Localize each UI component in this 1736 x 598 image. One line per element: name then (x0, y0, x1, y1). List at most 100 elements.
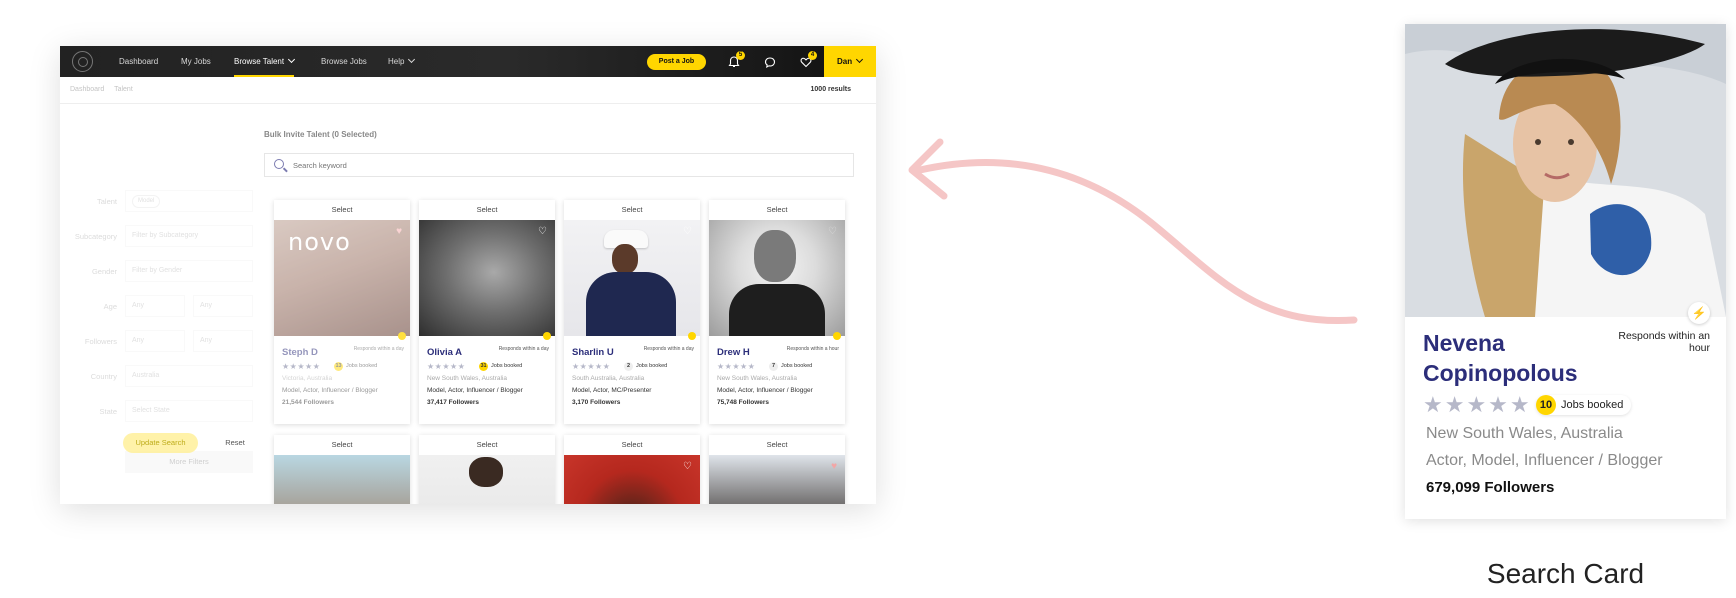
photo-logo-text: novo (288, 228, 351, 256)
favourite-heart-icon[interactable]: ♡ (683, 226, 692, 237)
results-count: 1000 results (810, 86, 851, 93)
talent-followers: 21,544 Followers (282, 399, 335, 406)
subcategory-select[interactable]: Filter by Subcategory (125, 225, 253, 247)
jobs-booked-label: Jobs booked (1561, 399, 1624, 411)
select-button[interactable]: Select (419, 435, 555, 455)
talent-location: New South Wales, Australia (1426, 425, 1623, 442)
reset-button[interactable]: Reset (215, 433, 255, 453)
favourite-heart-icon[interactable]: ♡ (538, 226, 547, 237)
talent-select[interactable]: Model (125, 190, 253, 212)
favourite-heart-icon[interactable]: ♥ (831, 461, 837, 472)
jobs-booked-label: Jobs booked (346, 363, 378, 369)
talent-name[interactable]: Olivia A (427, 347, 462, 358)
state-select[interactable]: Select State (125, 400, 253, 422)
talent-card[interactable]: Select (419, 435, 555, 504)
rating-stars: ★★★★★ (427, 362, 466, 371)
talent-chip[interactable]: Model (132, 195, 161, 208)
update-search-button[interactable]: Update Search (123, 433, 198, 453)
filter-subcategory-label: Subcategory (74, 232, 117, 241)
select-button[interactable]: Select (564, 200, 700, 220)
talent-name[interactable]: Sharlin U (572, 347, 614, 358)
nav-dashboard[interactable]: Dashboard (119, 46, 158, 77)
search-input[interactable] (293, 154, 833, 176)
talent-location: New South Wales, Australia (717, 375, 797, 382)
favourites-badge: 4 (808, 51, 817, 60)
post-job-button[interactable]: Post a Job (647, 54, 706, 70)
talent-location: Victoria, Australia (282, 375, 333, 382)
photo-hair-shape (469, 457, 503, 487)
talent-name[interactable]: Drew H (717, 347, 750, 358)
rating-stars: ★★★★★ (572, 362, 611, 371)
bulk-invite-link[interactable]: Bulk Invite Talent (0 Selected) (264, 130, 377, 139)
heart-icon[interactable]: 4 (799, 51, 817, 69)
breadcrumb-dashboard[interactable]: Dashboard (70, 86, 104, 93)
talent-followers: 75,748 Followers (717, 399, 770, 406)
talent-card[interactable]: Select novo ♥ Steph D Responds within a … (274, 200, 410, 424)
chevron-down-icon (408, 55, 416, 64)
photo-body-shape (586, 272, 676, 336)
talent-photo: novo ♥ (274, 220, 410, 340)
select-button[interactable]: Select (274, 435, 410, 455)
talent-location: South Australia, Australia (572, 375, 645, 382)
age-min-select[interactable]: Any (125, 295, 185, 317)
user-menu[interactable]: Dan (824, 46, 876, 77)
more-filters-button[interactable]: More Filters (125, 451, 253, 473)
photo-body-shape (729, 284, 825, 336)
curved-arrow-icon (908, 138, 1358, 325)
response-time: Responds within an hour (1618, 330, 1710, 354)
followers-max-select[interactable]: Any (193, 330, 253, 352)
nav-help[interactable]: Help (388, 46, 416, 77)
fast-response-icon (1688, 302, 1710, 324)
talent-name[interactable]: Nevena Copinopolous (1423, 328, 1603, 388)
photo-face-shape (612, 244, 638, 274)
favourite-heart-icon[interactable]: ♡ (828, 226, 837, 237)
search-card-zoomed[interactable]: Nevena Copinopolous Responds within an h… (1405, 24, 1726, 519)
photo-face-shape (754, 230, 796, 282)
talent-card[interactable]: Select ♡ Olivia A Responds within a day … (419, 200, 555, 424)
talent-card[interactable]: Select ♡ Sharlin U Responds within a day… (564, 200, 700, 424)
search-bar (264, 153, 854, 177)
nav-my-jobs[interactable]: My Jobs (181, 46, 211, 77)
talent-card[interactable]: Select (274, 435, 410, 504)
nav-help-label: Help (388, 57, 405, 66)
select-button[interactable]: Select (564, 435, 700, 455)
user-name: Dan (837, 57, 853, 66)
country-select[interactable]: Australia (125, 365, 253, 387)
talent-card[interactable]: Select ♥ (709, 435, 845, 504)
talent-followers: 3,170 Followers (572, 399, 621, 406)
chevron-down-icon (856, 55, 864, 64)
rating-stars: ★★★★★ (282, 362, 321, 371)
fast-response-icon (833, 332, 841, 340)
search-icon (274, 159, 284, 169)
jobs-booked: 31 Jobs booked (479, 362, 522, 371)
select-button[interactable]: Select (709, 435, 845, 455)
select-button[interactable]: Select (274, 200, 410, 220)
age-max-select[interactable]: Any (193, 295, 253, 317)
jobs-booked-label: Jobs booked (781, 363, 813, 369)
rating-stars: ★★★★★ (717, 362, 756, 371)
response-time: Responds within a day (353, 346, 404, 352)
jobs-booked: 7 Jobs booked (769, 362, 812, 371)
talent-photo: ♡ (419, 220, 555, 340)
chat-icon[interactable] (763, 55, 777, 69)
logo-icon[interactable] (72, 51, 93, 72)
favourite-heart-icon[interactable]: ♥ (396, 226, 402, 237)
jobs-booked: 10 Jobs booked (1536, 395, 1631, 415)
top-navigation: Dashboard My Jobs Browse Talent Browse J… (60, 46, 876, 77)
jobs-booked-count: 13 (334, 362, 343, 371)
talent-photo (419, 455, 555, 504)
jobs-booked-count: 7 (769, 362, 778, 371)
nav-browse-talent[interactable]: Browse Talent (234, 46, 296, 77)
bell-icon[interactable]: 5 (727, 51, 745, 69)
talent-card[interactable]: Select ♡ Drew H Responds within a hour ★… (709, 200, 845, 424)
favourite-heart-icon[interactable]: ♡ (683, 461, 692, 472)
talent-card[interactable]: Select ♡ (564, 435, 700, 504)
breadcrumb: Dashboard Talent (70, 86, 141, 93)
followers-min-select[interactable]: Any (125, 330, 185, 352)
gender-select[interactable]: Filter by Gender (125, 260, 253, 282)
talent-name[interactable]: Steph D (282, 347, 318, 358)
select-button[interactable]: Select (709, 200, 845, 220)
nav-browse-jobs[interactable]: Browse Jobs (321, 46, 367, 77)
select-button[interactable]: Select (419, 200, 555, 220)
jobs-booked-count: 2 (624, 362, 633, 371)
